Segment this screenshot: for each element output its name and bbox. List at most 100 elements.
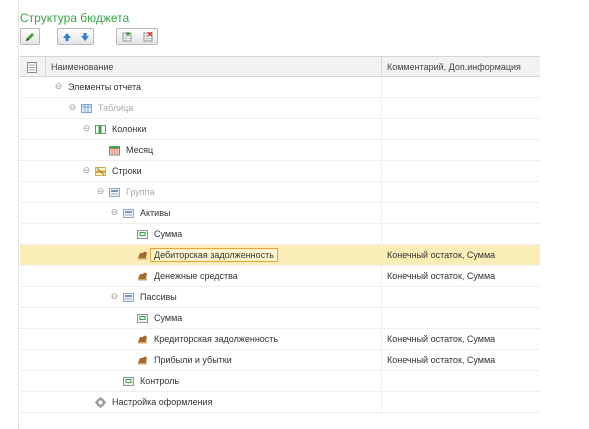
column-separator (381, 371, 382, 392)
column-separator (381, 140, 382, 161)
row-gutter (20, 119, 45, 140)
move-down-button[interactable] (76, 29, 94, 44)
delete-table-icon (143, 32, 153, 42)
row-comment: Конечный остаток, Сумма (387, 271, 496, 281)
row-label: Месяц (126, 145, 154, 155)
collapse-toggle-icon[interactable]: ⊖ (54, 82, 63, 91)
row-comment: Конечный остаток, Сумма (387, 250, 496, 260)
tree-row[interactable]: ⊖ Строки (20, 161, 540, 182)
tree-row[interactable]: ⊖ Элементы отчета (20, 77, 540, 98)
edit-button[interactable] (20, 28, 40, 45)
column-separator (381, 392, 382, 413)
value-icon (137, 314, 148, 323)
tree-row[interactable]: ⊖ Группа (20, 182, 540, 203)
columns-icon (95, 125, 106, 134)
header-separator (381, 57, 382, 78)
row-label: Кредиторская задолженность (154, 334, 279, 344)
field-buttons-group (116, 28, 158, 45)
collapse-toggle-icon[interactable]: ⊖ (110, 208, 119, 217)
row-gutter (20, 245, 45, 266)
indicator-icon (138, 251, 147, 260)
column-separator (381, 119, 382, 140)
tree-row[interactable]: ⊖ Колонки (20, 119, 540, 140)
add-table-icon (122, 32, 132, 42)
tree-row[interactable]: Месяц (20, 140, 540, 161)
column-separator (381, 266, 382, 287)
add-field-button[interactable] (117, 29, 138, 44)
row-gutter (20, 203, 45, 224)
tree-row[interactable]: ⊖ Пассивы (20, 287, 540, 308)
collapse-toggle-icon[interactable]: ⊖ (82, 124, 91, 133)
row-label: Дебиторская задолженность (150, 248, 278, 262)
tree-row[interactable]: Контроль (20, 371, 540, 392)
row-gutter (20, 98, 45, 119)
value-icon (137, 230, 148, 239)
tree-row[interactable]: Настройка оформления (20, 392, 540, 413)
column-separator (381, 224, 382, 245)
row-gutter (20, 182, 45, 203)
row-gutter (20, 392, 45, 413)
tree-row[interactable]: Кредиторская задолженность Конечный остат… (20, 329, 540, 350)
column-separator (381, 203, 382, 224)
column-separator (381, 245, 382, 266)
grid-header: Наименование Комментарий, Доп.информация (20, 56, 540, 78)
row-gutter (20, 77, 45, 98)
pencil-icon (26, 33, 34, 41)
row-comment: Конечный остаток, Сумма (387, 355, 496, 365)
name-column-header[interactable]: Наименование (51, 62, 113, 72)
arrow-up-icon (63, 33, 71, 41)
tree-row[interactable]: Денежные средства Конечный остаток, Сумма (20, 266, 540, 287)
value-icon (123, 377, 134, 386)
row-label: Строки (112, 166, 142, 176)
delete-field-button[interactable] (138, 29, 158, 44)
row-gutter (20, 308, 45, 329)
row-gutter (20, 329, 45, 350)
row-gutter (20, 224, 45, 245)
tree-row[interactable]: ⊖ Активы (20, 203, 540, 224)
row-label: Пассивы (140, 292, 177, 302)
collapse-toggle-icon[interactable]: ⊖ (68, 103, 77, 112)
row-gutter (20, 140, 45, 161)
tree-row[interactable]: Дебиторская задолженность Конечный остато… (20, 245, 540, 266)
calendar-icon (109, 146, 120, 156)
column-separator (381, 161, 382, 182)
tree-row[interactable]: Сумма (20, 224, 540, 245)
row-gutter (20, 161, 45, 182)
group-icon (109, 188, 120, 197)
row-label: Колонки (112, 124, 147, 134)
move-buttons-group (57, 28, 94, 45)
collapse-toggle-icon[interactable]: ⊖ (82, 166, 91, 175)
rows-icon (95, 167, 106, 176)
gear-icon (95, 397, 106, 408)
row-label: Сумма (154, 229, 183, 239)
column-separator (381, 308, 382, 329)
row-label: Активы (140, 208, 171, 218)
row-label: Денежные средства (154, 271, 238, 281)
indicator-icon (138, 272, 147, 281)
row-label: Элементы отчета (68, 82, 142, 92)
row-comment: Конечный остаток, Сумма (387, 334, 496, 344)
table-icon (81, 104, 92, 113)
collapse-toggle-icon[interactable]: ⊖ (96, 187, 105, 196)
collapse-toggle-icon[interactable]: ⊖ (110, 292, 119, 301)
row-label: Прибыли и убытки (154, 355, 232, 365)
column-separator (381, 350, 382, 371)
indicator-icon (138, 335, 147, 344)
comment-column-header[interactable]: Комментарий, Доп.информация (387, 62, 521, 72)
column-separator (381, 98, 382, 119)
group-icon (123, 293, 134, 302)
column-settings-icon[interactable] (27, 62, 37, 73)
tree-row[interactable]: Сумма (20, 308, 540, 329)
move-up-button[interactable] (58, 29, 76, 44)
indicator-icon (138, 356, 147, 365)
row-gutter (20, 287, 45, 308)
structure-tree-grid: Наименование Комментарий, Доп.информация… (20, 56, 540, 429)
row-gutter (20, 266, 45, 287)
column-separator (381, 329, 382, 350)
arrow-down-icon (81, 33, 89, 41)
column-separator (381, 182, 382, 203)
tree-row[interactable]: ⊖ Таблица (20, 98, 540, 119)
tree-row[interactable]: Прибыли и убытки Конечный остаток, Сумма (20, 350, 540, 371)
row-gutter (20, 350, 45, 371)
row-label: Группа (126, 187, 155, 197)
